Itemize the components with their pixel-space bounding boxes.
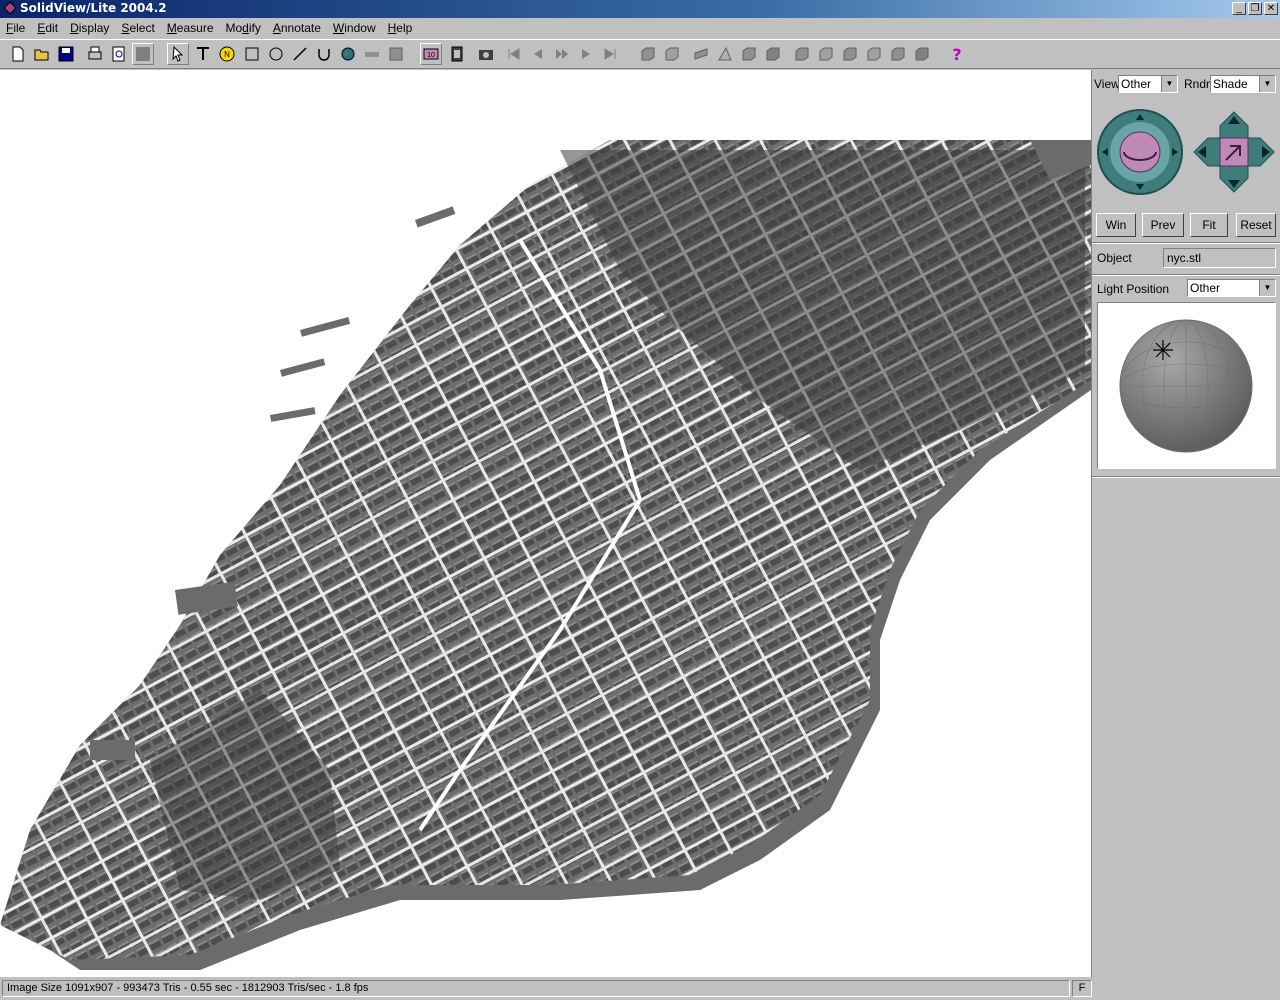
app-logo-icon [3, 1, 17, 15]
dimension-icon[interactable]: 10 [420, 43, 442, 65]
chevron-down-icon: ▼ [1161, 76, 1177, 92]
view-3-icon[interactable] [690, 43, 712, 65]
film-icon[interactable] [446, 43, 468, 65]
menu-window[interactable]: Window [327, 21, 382, 35]
view-5-icon[interactable] [738, 43, 760, 65]
view-10-icon[interactable] [863, 43, 885, 65]
reset-button[interactable]: Reset [1236, 213, 1276, 237]
play-icon[interactable] [551, 43, 573, 65]
note-icon[interactable]: N [216, 43, 238, 65]
prev-icon[interactable] [527, 43, 549, 65]
restore-button[interactable]: ❐ [1248, 2, 1262, 15]
model-viewport[interactable] [0, 70, 1092, 977]
print-icon[interactable] [84, 43, 106, 65]
text-icon[interactable] [192, 43, 214, 65]
view-12-icon[interactable] [911, 43, 933, 65]
save-icon[interactable] [55, 43, 77, 65]
object-field[interactable]: nyc.stl [1163, 248, 1276, 268]
render-select[interactable]: Shade ▼ [1210, 75, 1276, 93]
pan-pad[interactable] [1192, 110, 1276, 194]
view-4-icon[interactable] [714, 43, 736, 65]
light-position-label: Light Position [1097, 282, 1170, 296]
svg-text:10: 10 [427, 52, 435, 59]
menu-annotate[interactable]: Annotate [267, 21, 327, 35]
status-bar: Image Size 1091x907 - 993473 Tris - 0.55… [0, 978, 1280, 1000]
window-title: SolidView/Lite 2004.2 [20, 1, 167, 15]
earth-icon[interactable] [337, 43, 359, 65]
view-1-icon[interactable] [637, 43, 659, 65]
title-bar: SolidView/Lite 2004.2 _ ❐ ✕ [0, 0, 1280, 18]
menu-bar: File Edit Display Select Measure Modify … [0, 18, 1280, 38]
view-select-value: Other [1121, 77, 1152, 91]
chevron-down-icon: ▼ [1259, 76, 1275, 92]
light-marker-icon [1153, 340, 1173, 360]
view-11-icon[interactable] [887, 43, 909, 65]
menu-measure[interactable]: Measure [161, 21, 220, 35]
light-preview[interactable] [1097, 302, 1276, 469]
status-text: Image Size 1091x907 - 993473 Tris - 0.55… [2, 980, 1070, 997]
svg-text:?: ? [952, 45, 961, 63]
camera-icon[interactable] [475, 43, 497, 65]
first-icon[interactable] [503, 43, 525, 65]
menu-select[interactable]: Select [115, 21, 160, 35]
view-label: View [1094, 77, 1120, 91]
bar-icon[interactable] [361, 43, 383, 65]
circle-icon[interactable] [265, 43, 287, 65]
menu-display[interactable]: Display [64, 21, 115, 35]
light-sphere[interactable] [1098, 303, 1275, 468]
city-model-render [0, 140, 1091, 970]
last-icon[interactable] [599, 43, 621, 65]
print-preview-icon[interactable] [108, 43, 130, 65]
menu-edit[interactable]: Edit [31, 21, 64, 35]
divider [1092, 275, 1280, 276]
control-panel: View Other ▼ Rndr Shade ▼ Win Prev Fit R… [1092, 70, 1280, 977]
prev-button[interactable]: Prev [1142, 213, 1184, 237]
new-file-icon[interactable] [7, 43, 29, 65]
help-icon[interactable]: ? [946, 43, 968, 65]
view-8-icon[interactable] [815, 43, 837, 65]
box-icon[interactable] [385, 43, 407, 65]
status-indicator: F [1072, 980, 1092, 997]
select-arrow-icon[interactable] [167, 43, 189, 65]
toolbar: N 10 ? [0, 39, 1280, 69]
chevron-down-icon: ▼ [1259, 280, 1275, 296]
blank-icon[interactable] [132, 43, 154, 65]
view-2-icon[interactable] [661, 43, 683, 65]
fit-button[interactable]: Fit [1190, 213, 1228, 237]
win-button[interactable]: Win [1096, 213, 1136, 237]
orbit-dial[interactable] [1096, 108, 1184, 196]
view-select[interactable]: Other ▼ [1118, 75, 1178, 93]
view-9-icon[interactable] [839, 43, 861, 65]
svg-text:N: N [224, 50, 230, 59]
view-6-icon[interactable] [762, 43, 784, 65]
light-position-value: Other [1190, 281, 1221, 295]
menu-modify[interactable]: Modify [220, 21, 267, 35]
rndr-label: Rndr [1184, 77, 1211, 91]
next-icon[interactable] [575, 43, 597, 65]
minimize-button[interactable]: _ [1232, 2, 1246, 15]
line-icon[interactable] [289, 43, 311, 65]
object-label: Object [1097, 251, 1132, 265]
close-button[interactable]: ✕ [1264, 2, 1278, 15]
open-folder-icon[interactable] [31, 43, 53, 65]
view-7-icon[interactable] [791, 43, 813, 65]
menu-help[interactable]: Help [382, 21, 419, 35]
rectangle-icon[interactable] [241, 43, 263, 65]
render-select-value: Shade [1213, 77, 1248, 91]
light-position-select[interactable]: Other ▼ [1187, 279, 1276, 297]
divider [1092, 477, 1280, 478]
menu-file[interactable]: File [0, 21, 31, 35]
arc-icon[interactable] [313, 43, 335, 65]
divider [1092, 243, 1280, 244]
